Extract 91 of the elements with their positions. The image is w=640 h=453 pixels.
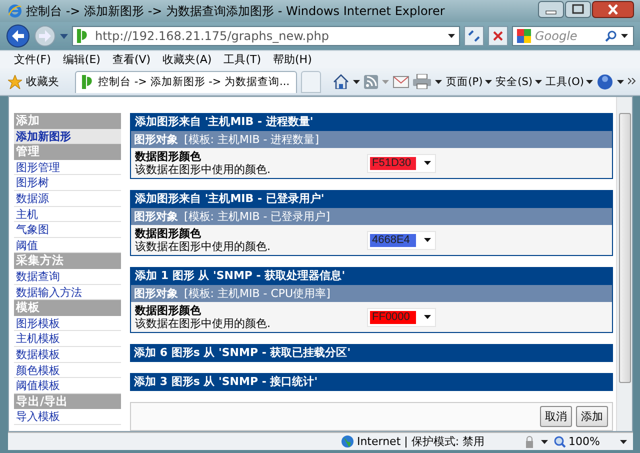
sidebar-link[interactable]: 图形管理: [14, 160, 121, 176]
section-title: 添加图形来自 '主机MIB - 进程数量': [131, 113, 612, 131]
caret-icon[interactable]: [540, 440, 548, 444]
sidebar-link[interactable]: 图形树: [14, 175, 121, 191]
menu-item[interactable]: 工具(T): [220, 52, 265, 67]
sidebar-heading: 模板: [14, 300, 121, 316]
sidebar-link[interactable]: 导入模板: [14, 409, 121, 425]
caret-icon[interactable]: [353, 80, 360, 84]
field-label: 数据图形颜色: [135, 150, 202, 163]
caret-icon[interactable]: [448, 34, 455, 38]
sidebar-link[interactable]: 添加新图形: [14, 128, 121, 144]
menu-item[interactable]: 文件(F): [10, 52, 55, 67]
form-button[interactable]: 添加: [576, 406, 608, 427]
browser-tab[interactable]: 控制台 -> 添加新图形 -> 为数据查询...: [75, 70, 297, 92]
field-hint: 该数据在图形中使用的颜色.: [135, 240, 272, 253]
caret-icon[interactable]: [435, 80, 442, 84]
object-label: 图形对象: [134, 209, 178, 225]
printer-icon[interactable]: [413, 74, 432, 89]
template-label: [模板: 主机MIB - 进程数量]: [184, 132, 320, 148]
security-zone: Internet | 保护模式: 禁用: [340, 434, 515, 449]
sidebar-link[interactable]: 颜色模板: [14, 362, 121, 378]
sidebar-link[interactable]: 图形模板: [14, 316, 121, 332]
sidebar-link[interactable]: 主机模板: [14, 331, 121, 347]
address-field[interactable]: http://192.168.21.175/graphs_new.php: [72, 26, 460, 46]
zoom-icon: [554, 436, 566, 448]
caret-icon[interactable]: [424, 161, 431, 165]
caret-icon[interactable]: [424, 315, 431, 319]
sidebar-link[interactable]: 主机: [14, 206, 121, 222]
home-icon[interactable]: [333, 74, 350, 89]
toolbar-menu-button[interactable]: 页面(P): [446, 74, 492, 88]
color-swatch: FF0000: [370, 310, 416, 324]
sidebar-heading: 添加: [14, 113, 121, 129]
globe-icon: [340, 435, 354, 448]
maximize-icon[interactable]: [565, 0, 591, 18]
search-input[interactable]: Google: [535, 29, 601, 43]
page-icon: [82, 75, 94, 89]
section-title: 添加图形来自 '主机MIB - 已登录用户': [131, 190, 612, 208]
caret-icon[interactable]: [424, 238, 431, 242]
field-hint: 该数据在图形中使用的颜色.: [135, 317, 272, 330]
menu-item[interactable]: 编辑(E): [58, 52, 104, 67]
color-dropdown[interactable]: FF0000: [367, 308, 436, 326]
color-swatch: 4668E4: [370, 234, 416, 246]
caret-icon[interactable]: [534, 80, 542, 84]
sidebar-heading: 采集方法: [14, 253, 121, 269]
star-icon: [8, 74, 22, 88]
sidebar-link[interactable]: 数据源: [14, 190, 121, 207]
color-swatch: F51D30: [370, 156, 416, 170]
scrollbar[interactable]: [616, 97, 632, 431]
field-hint: 该数据在图形中使用的颜色.: [135, 163, 272, 176]
caret-icon[interactable]: [484, 80, 492, 84]
menu-item[interactable]: 查看(V): [108, 52, 155, 67]
menu-item[interactable]: 收藏夹(A): [158, 52, 216, 67]
sidebar-link[interactable]: 气象图: [14, 222, 121, 238]
chevron-icon[interactable]: [628, 78, 636, 85]
field-label: 数据图形颜色: [135, 304, 202, 317]
scrollbar-thumb[interactable]: [618, 113, 630, 383]
toolbar-menu-button[interactable]: 安全(S): [496, 74, 542, 88]
caret-icon[interactable]: [617, 80, 624, 84]
section-title: 添加 1 图形 从 'SNMP - 获取处理器信息': [131, 267, 612, 285]
template-label: [模板: 主机MIB - 已登录用户]: [184, 209, 330, 225]
sidebar-link[interactable]: 数据模板: [14, 346, 121, 362]
stop-icon[interactable]: [488, 26, 508, 46]
page-icon: [77, 29, 89, 43]
object-label: 图形对象: [134, 132, 178, 148]
search-field[interactable]: Google: [512, 26, 634, 46]
object-label: 图形对象: [134, 286, 178, 302]
favorites-button[interactable]: 收藏夹: [8, 74, 71, 89]
back-icon[interactable]: [6, 24, 30, 48]
sidebar-heading: 导出/导出: [14, 394, 121, 410]
sidebar-link[interactable]: 数据查询: [14, 268, 121, 285]
toolbar-menu-button[interactable]: 工具(O): [546, 74, 593, 88]
zoom-button[interactable]: 100%: [554, 435, 614, 448]
caret-icon[interactable]: [621, 34, 628, 38]
form-button[interactable]: 取消: [540, 406, 572, 427]
color-dropdown[interactable]: F51D30: [367, 154, 436, 172]
section-title[interactable]: 添加 3 图形s 从 'SNMP - 接口统计': [130, 373, 613, 391]
browser-logo-icon: [8, 4, 22, 18]
search-engine-icon: [517, 29, 531, 43]
minimize-icon[interactable]: [538, 0, 564, 18]
template-label: [模板: 主机MIB - CPU使用率]: [184, 286, 330, 302]
mail-icon[interactable]: [393, 76, 410, 88]
sidebar-heading: 管理: [14, 144, 121, 160]
field-label: 数据图形颜色: [135, 227, 202, 240]
caret-icon[interactable]: [586, 80, 593, 84]
close-icon[interactable]: [592, 0, 634, 18]
caret-icon[interactable]: [620, 440, 627, 444]
search-icon[interactable]: [605, 30, 617, 42]
section-title[interactable]: 添加 6 图形s 从 'SNMP - 获取已挂载分区': [130, 344, 613, 362]
help-icon[interactable]: [597, 74, 613, 90]
menu-item[interactable]: 帮助(H): [269, 52, 316, 67]
window-title: 控制台 -> 添加新图形 -> 为数据查询添加图形 - Windows Internet Explorer: [26, 2, 446, 20]
